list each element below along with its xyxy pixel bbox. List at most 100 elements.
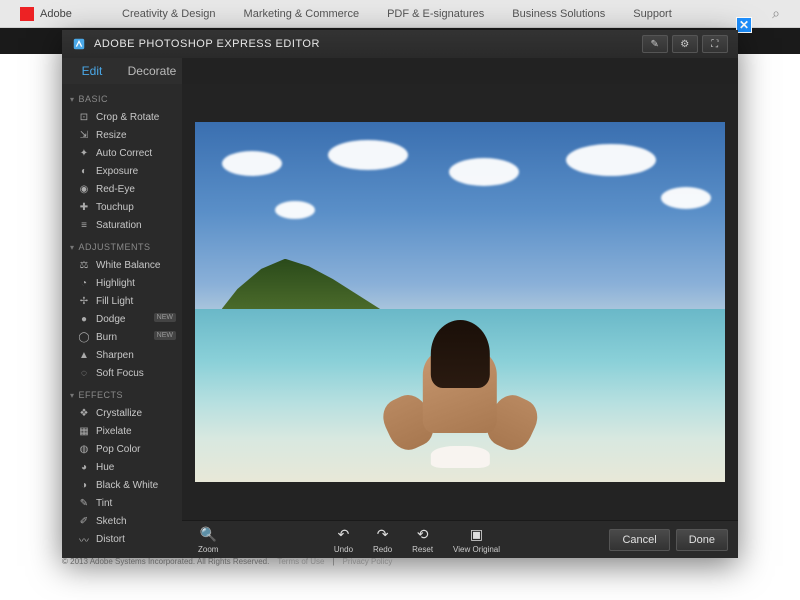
view-original-label: View Original (453, 545, 500, 554)
header-pointer-button[interactable]: ✎ (642, 35, 668, 53)
zoom-button[interactable]: 🔍 Zoom (192, 526, 224, 554)
tool-resize[interactable]: ⇲Resize (62, 126, 182, 144)
reset-icon: ⟲ (417, 526, 429, 543)
brand-label: Adobe (40, 8, 72, 20)
done-button[interactable]: Done (676, 529, 728, 551)
tool-white-balance[interactable]: ⚖White Balance (62, 256, 182, 274)
tool-label: Soft Focus (96, 368, 144, 379)
nav-support[interactable]: Support (633, 8, 672, 20)
burn-icon: ◯ (78, 331, 90, 343)
tool-sketch[interactable]: ✐ Sketch (62, 512, 182, 530)
tab-decorate[interactable]: Decorate (122, 58, 182, 84)
tool-hue[interactable]: ◕Hue (62, 458, 182, 476)
view-original-button[interactable]: ▣ View Original (447, 526, 506, 554)
view-original-icon: ▣ (470, 526, 483, 543)
nav-marketing[interactable]: Marketing & Commerce (244, 8, 360, 20)
sketch-icon: ✐ (78, 515, 90, 527)
crop-icon: ⊡ (78, 111, 90, 123)
redo-label: Redo (373, 545, 392, 554)
tool-pop-color[interactable]: ◍ Pop Color (62, 440, 182, 458)
adobe-logo[interactable]: Adobe (20, 7, 72, 21)
tool-crystallize[interactable]: ❖ Crystallize (62, 404, 182, 422)
bandaid-icon: ✚ (78, 201, 90, 213)
nav-business[interactable]: Business Solutions (512, 8, 605, 20)
tool-highlight[interactable]: ◔Highlight (62, 274, 182, 292)
tool-label: Saturation (96, 220, 142, 231)
tool-tint[interactable]: ✎Tint (62, 494, 182, 512)
header-actions: ✎ ⚙ ⛶ (642, 35, 728, 53)
bottom-toolbar: 🔍 Zoom ↶ Undo ↷ Redo ⟲ Reset (182, 520, 738, 558)
tool-label: Dodge (96, 314, 125, 325)
tool-red-eye[interactable]: ◉Red-Eye (62, 180, 182, 198)
footer: © 2013 Adobe Systems Incorporated. All R… (62, 557, 392, 566)
canvas[interactable] (182, 84, 738, 520)
tool-label: Hue (96, 462, 114, 473)
tools-sidebar: BASIC⊡Crop & Rotate⇲Resize✦Auto Correct◐… (62, 84, 182, 558)
nav-creativity[interactable]: Creativity & Design (122, 8, 216, 20)
site-nav: Creativity & Design Marketing & Commerce… (122, 8, 672, 20)
privacy-link[interactable]: Privacy Policy (343, 557, 393, 566)
photo-preview (195, 122, 725, 482)
new-badge: NEW (154, 313, 176, 322)
mode-tabs: Edit Decorate (62, 58, 182, 84)
pixelate-icon: ▦ (78, 425, 90, 437)
tool-distort[interactable]: 〰 Distort (62, 530, 182, 548)
dodge-icon: ● (78, 313, 90, 325)
blur-icon: ◌ (78, 367, 90, 379)
highlight-icon: ◔ (78, 277, 90, 289)
header-fullscreen-button[interactable]: ⛶ (702, 35, 728, 53)
reset-button[interactable]: ⟲ Reset (406, 526, 439, 554)
tool-saturation[interactable]: ≡Saturation (62, 216, 182, 234)
group-header-basic[interactable]: BASIC (62, 90, 182, 108)
canvas-area: 🔍 Zoom ↶ Undo ↷ Redo ⟲ Reset (182, 84, 738, 558)
reset-label: Reset (412, 545, 433, 554)
close-icon[interactable]: ✕ (736, 17, 752, 33)
tool-label: Pop Color (96, 444, 140, 455)
tool-sharpen[interactable]: ▲Sharpen (62, 346, 182, 364)
editor-titlebar: ADOBE PHOTOSHOP EXPRESS EDITOR ✎ ⚙ ⛶ (62, 30, 738, 58)
zoom-icon: 🔍 (200, 526, 217, 543)
exposure-icon: ◐ (78, 165, 90, 177)
tool-exposure[interactable]: ◐ Exposure (62, 162, 182, 180)
cancel-button[interactable]: Cancel (609, 529, 669, 551)
tool-label: Touchup (96, 202, 134, 213)
tool-label: Red-Eye (96, 184, 135, 195)
tool-label: Exposure (96, 166, 138, 177)
nav-pdf[interactable]: PDF & E-signatures (387, 8, 484, 20)
tool-auto-correct[interactable]: ✦Auto Correct (62, 144, 182, 162)
tool-fill-light[interactable]: ✢Fill Light (62, 292, 182, 310)
site-topbar: Adobe Creativity & Design Marketing & Co… (0, 0, 800, 28)
tool-black-white[interactable]: ◑Black & White (62, 476, 182, 494)
terms-link[interactable]: Terms of Use (277, 557, 324, 566)
tool-label: Crop & Rotate (96, 112, 159, 123)
zoom-label: Zoom (198, 545, 218, 554)
tool-pixelate[interactable]: ▦Pixelate (62, 422, 182, 440)
tab-edit[interactable]: Edit (62, 58, 122, 84)
fill-icon: ✢ (78, 295, 90, 307)
tool-label: White Balance (96, 260, 160, 271)
tool-burn[interactable]: ◯BurnNEW (62, 328, 182, 346)
header-gear-button[interactable]: ⚙ (672, 35, 698, 53)
group-header-effects[interactable]: EFFECTS (62, 386, 182, 404)
pop-icon: ◍ (78, 443, 90, 455)
bw-icon: ◑ (78, 479, 90, 491)
tool-crop-rotate[interactable]: ⊡ Crop & Rotate (62, 108, 182, 126)
redo-button[interactable]: ↷ Redo (367, 526, 398, 554)
undo-button[interactable]: ↶ Undo (328, 526, 359, 554)
tool-label: Distort (96, 534, 125, 545)
tool-label: Crystallize (96, 408, 142, 419)
search-icon[interactable]: ⌕ (772, 5, 780, 22)
tool-soft-focus[interactable]: ◌ Soft Focus (62, 364, 182, 382)
tool-label: Sketch (96, 516, 127, 527)
tool-touchup[interactable]: ✚ Touchup (62, 198, 182, 216)
group-header-adjustments[interactable]: ADJUSTMENTS (62, 238, 182, 256)
adobe-logo-icon (20, 7, 34, 21)
distort-icon: 〰 (78, 533, 90, 545)
sharpen-icon: ▲ (78, 349, 90, 361)
tint-icon: ✎ (78, 497, 90, 509)
crystal-icon: ❖ (78, 407, 90, 419)
tool-dodge[interactable]: ● Dodge NEW (62, 310, 182, 328)
app-title: ADOBE PHOTOSHOP EXPRESS EDITOR (94, 38, 320, 50)
tool-label: Auto Correct (96, 148, 152, 159)
undo-icon: ↶ (338, 526, 350, 543)
